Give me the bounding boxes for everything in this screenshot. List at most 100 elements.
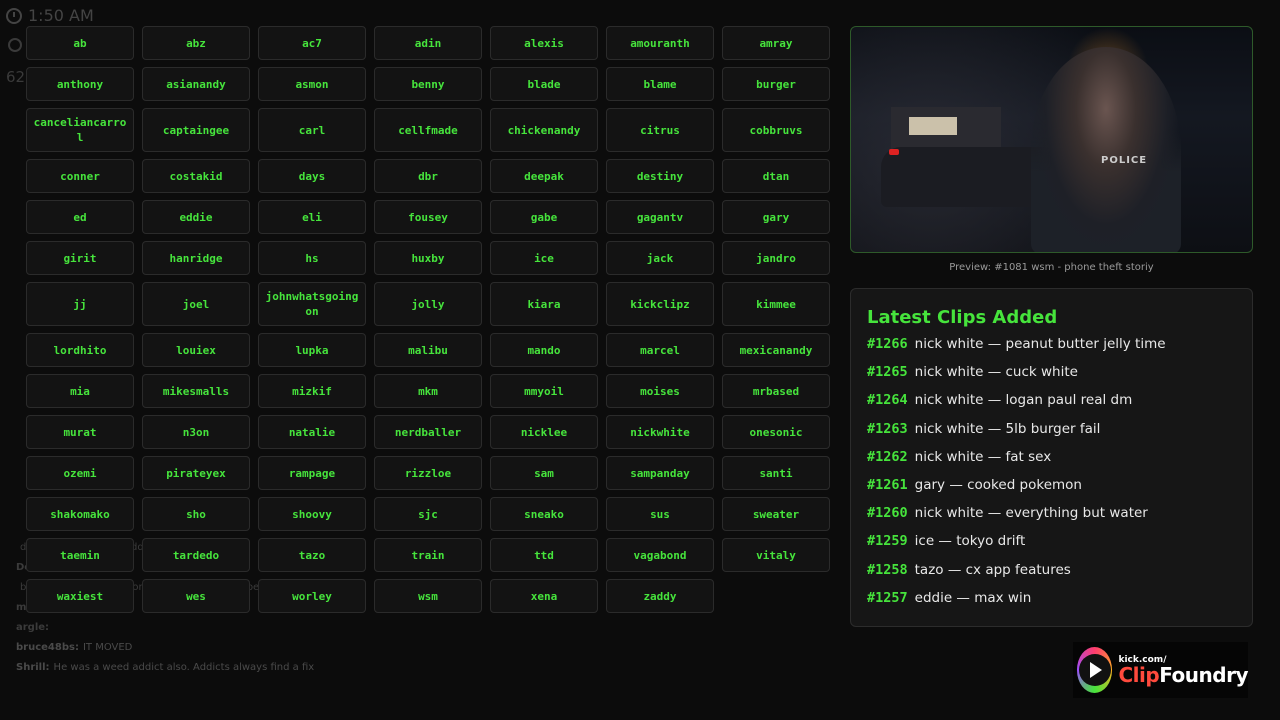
streamer-button-lordhito[interactable]: lordhito [26, 333, 134, 367]
clip-row[interactable]: #1261 gary — cooked pokemon [867, 477, 1236, 505]
streamer-button-sneako[interactable]: sneako [490, 497, 598, 531]
streamer-button-cellfmade[interactable]: cellfmade [374, 108, 482, 152]
streamer-button-santi[interactable]: santi [722, 456, 830, 490]
clip-row[interactable]: #1265 nick white — cuck white [867, 364, 1236, 392]
streamer-button-huxby[interactable]: huxby [374, 241, 482, 275]
streamer-button-nicklee[interactable]: nicklee [490, 415, 598, 449]
clip-row[interactable]: #1259 ice — tokyo drift [867, 533, 1236, 561]
streamer-button-tardedo[interactable]: tardedo [142, 538, 250, 572]
streamer-button-mizkif[interactable]: mizkif [258, 374, 366, 408]
clip-row[interactable]: #1260 nick white — everything but water [867, 505, 1236, 533]
streamer-button-wes[interactable]: wes [142, 579, 250, 613]
streamer-button-cobbruvs[interactable]: cobbruvs [722, 108, 830, 152]
streamer-button-shoovy[interactable]: shoovy [258, 497, 366, 531]
streamer-button-kiara[interactable]: kiara [490, 282, 598, 326]
streamer-button-anthony[interactable]: anthony [26, 67, 134, 101]
streamer-button-train[interactable]: train [374, 538, 482, 572]
streamer-button-natalie[interactable]: natalie [258, 415, 366, 449]
streamer-button-eli[interactable]: eli [258, 200, 366, 234]
streamer-button-ozemi[interactable]: ozemi [26, 456, 134, 490]
streamer-button-malibu[interactable]: malibu [374, 333, 482, 367]
streamer-button-sjc[interactable]: sjc [374, 497, 482, 531]
streamer-button-mando[interactable]: mando [490, 333, 598, 367]
streamer-button-blame[interactable]: blame [606, 67, 714, 101]
streamer-button-costakid[interactable]: costakid [142, 159, 250, 193]
streamer-button-destiny[interactable]: destiny [606, 159, 714, 193]
streamer-button-ac7[interactable]: ac7 [258, 26, 366, 60]
streamer-button-asmon[interactable]: asmon [258, 67, 366, 101]
streamer-button-nerdballer[interactable]: nerdballer [374, 415, 482, 449]
streamer-button-shakomako[interactable]: shakomako [26, 497, 134, 531]
clip-row[interactable]: #1258 tazo — cx app features [867, 562, 1236, 590]
streamer-button-mrbased[interactable]: mrbased [722, 374, 830, 408]
streamer-button-mexicanandy[interactable]: mexicanandy [722, 333, 830, 367]
streamer-button-citrus[interactable]: citrus [606, 108, 714, 152]
streamer-button-dtan[interactable]: dtan [722, 159, 830, 193]
streamer-button-vagabond[interactable]: vagabond [606, 538, 714, 572]
streamer-button-sho[interactable]: sho [142, 497, 250, 531]
streamer-button-sampanday[interactable]: sampanday [606, 456, 714, 490]
streamer-button-sam[interactable]: sam [490, 456, 598, 490]
streamer-button-gagantv[interactable]: gagantv [606, 200, 714, 234]
streamer-button-johnwhatsgoingon[interactable]: johnwhatsgoingon [258, 282, 366, 326]
streamer-button-hs[interactable]: hs [258, 241, 366, 275]
streamer-button-conner[interactable]: conner [26, 159, 134, 193]
clip-row[interactable]: #1266 nick white — peanut butter jelly ti… [867, 336, 1236, 364]
streamer-button-days[interactable]: days [258, 159, 366, 193]
streamer-button-mikesmalls[interactable]: mikesmalls [142, 374, 250, 408]
streamer-button-gary[interactable]: gary [722, 200, 830, 234]
clip-row[interactable]: #1262 nick white — fat sex [867, 449, 1236, 477]
streamer-button-mia[interactable]: mia [26, 374, 134, 408]
clip-row[interactable]: #1263 nick white — 5lb burger fail [867, 421, 1236, 449]
streamer-button-girit[interactable]: girit [26, 241, 134, 275]
streamer-button-burger[interactable]: burger [722, 67, 830, 101]
streamer-button-mmyoil[interactable]: mmyoil [490, 374, 598, 408]
streamer-button-benny[interactable]: benny [374, 67, 482, 101]
streamer-button-jj[interactable]: jj [26, 282, 134, 326]
streamer-button-blade[interactable]: blade [490, 67, 598, 101]
streamer-button-pirateyex[interactable]: pirateyex [142, 456, 250, 490]
streamer-button-mkm[interactable]: mkm [374, 374, 482, 408]
streamer-button-kickclipz[interactable]: kickclipz [606, 282, 714, 326]
streamer-button-ttd[interactable]: ttd [490, 538, 598, 572]
streamer-button-asianandy[interactable]: asianandy [142, 67, 250, 101]
streamer-button-amray[interactable]: amray [722, 26, 830, 60]
streamer-button-jandro[interactable]: jandro [722, 241, 830, 275]
streamer-button-worley[interactable]: worley [258, 579, 366, 613]
streamer-button-adin[interactable]: adin [374, 26, 482, 60]
streamer-button-moises[interactable]: moises [606, 374, 714, 408]
streamer-button-ab[interactable]: ab [26, 26, 134, 60]
streamer-button-canceliancarrol[interactable]: canceliancarrol [26, 108, 134, 152]
streamer-button-joel[interactable]: joel [142, 282, 250, 326]
streamer-button-sweater[interactable]: sweater [722, 497, 830, 531]
streamer-button-taemin[interactable]: taemin [26, 538, 134, 572]
streamer-button-jack[interactable]: jack [606, 241, 714, 275]
streamer-button-rampage[interactable]: rampage [258, 456, 366, 490]
streamer-button-carl[interactable]: carl [258, 108, 366, 152]
streamer-button-waxiest[interactable]: waxiest [26, 579, 134, 613]
streamer-button-kimmee[interactable]: kimmee [722, 282, 830, 326]
streamer-button-n3on[interactable]: n3on [142, 415, 250, 449]
streamer-button-marcel[interactable]: marcel [606, 333, 714, 367]
streamer-button-ice[interactable]: ice [490, 241, 598, 275]
streamer-button-jolly[interactable]: jolly [374, 282, 482, 326]
streamer-button-ed[interactable]: ed [26, 200, 134, 234]
streamer-button-alexis[interactable]: alexis [490, 26, 598, 60]
streamer-button-dbr[interactable]: dbr [374, 159, 482, 193]
clip-row[interactable]: #1264 nick white — logan paul real dm [867, 392, 1236, 420]
clip-preview[interactable]: POLICE [850, 26, 1253, 253]
streamer-button-captaingee[interactable]: captaingee [142, 108, 250, 152]
streamer-button-rizzloe[interactable]: rizzloe [374, 456, 482, 490]
streamer-button-chickenandy[interactable]: chickenandy [490, 108, 598, 152]
streamer-button-hanridge[interactable]: hanridge [142, 241, 250, 275]
streamer-button-deepak[interactable]: deepak [490, 159, 598, 193]
streamer-button-nickwhite[interactable]: nickwhite [606, 415, 714, 449]
streamer-button-zaddy[interactable]: zaddy [606, 579, 714, 613]
streamer-button-louiex[interactable]: louiex [142, 333, 250, 367]
streamer-button-tazo[interactable]: tazo [258, 538, 366, 572]
streamer-button-gabe[interactable]: gabe [490, 200, 598, 234]
streamer-button-abz[interactable]: abz [142, 26, 250, 60]
clip-row[interactable]: #1257 eddie — max win [867, 590, 1236, 618]
streamer-button-amouranth[interactable]: amouranth [606, 26, 714, 60]
streamer-button-vitaly[interactable]: vitaly [722, 538, 830, 572]
